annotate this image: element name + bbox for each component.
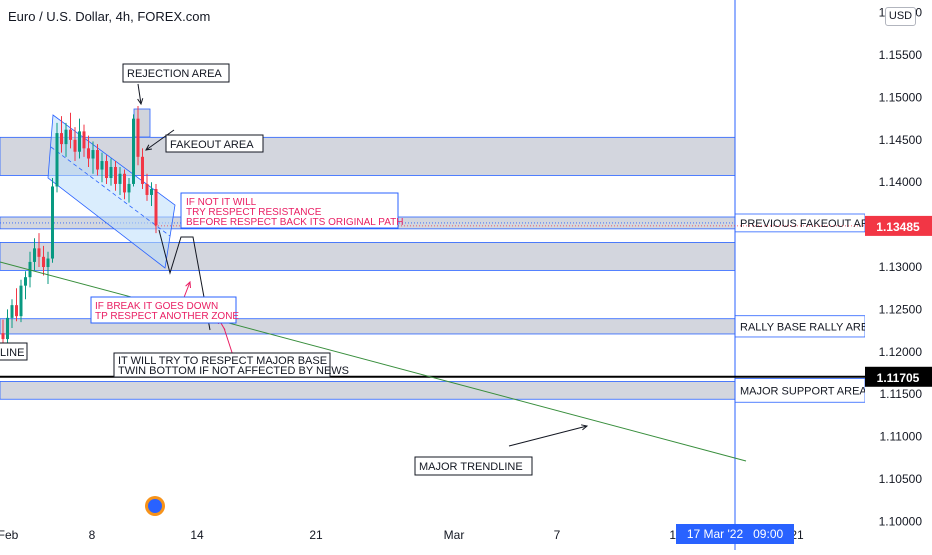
candle-body	[100, 161, 104, 170]
major-trendline-label: MAJOR TRENDLINE	[419, 461, 523, 473]
price-tick-label: 1.13000	[879, 260, 923, 274]
candle-body	[109, 166, 113, 179]
if-not-note-line: BEFORE RESPECT BACK ITS ORIGINAL PATH	[186, 217, 403, 228]
candle-body	[105, 161, 108, 179]
major-base-note-line: TWIN BOTTOM IF NOT AFFECTED BY NEWS	[118, 365, 349, 377]
candle-body	[19, 285, 23, 317]
price-tick-label: 1.15500	[879, 48, 923, 62]
candle-body	[64, 129, 68, 145]
chart-area[interactable]: PREVIOUS FAKEOUT AREA RALLY BASE RALLY AR…	[0, 0, 932, 550]
trendline-fragment-label: LINE	[0, 347, 24, 359]
candle-body	[37, 248, 41, 257]
candle-body	[123, 173, 126, 193]
time-tick-label: 8	[89, 528, 96, 542]
candle-body	[136, 118, 140, 157]
crosshair-date-label: 17 Mar '22 09:00	[676, 524, 794, 544]
candle-body	[69, 129, 72, 140]
price-axis[interactable]	[865, 0, 932, 550]
price-tick-label: 1.10000	[879, 514, 923, 528]
current-price-label: 1.13485	[876, 220, 920, 234]
price-tick-label: 1.12000	[879, 345, 923, 359]
time-tick-label: 7	[554, 528, 561, 542]
price-tick-label: 1.14500	[879, 133, 923, 147]
candle-body	[60, 133, 63, 145]
candle-body	[24, 277, 27, 286]
candle-body	[73, 139, 77, 152]
middle-zone	[0, 242, 736, 271]
candle-body	[87, 148, 90, 159]
candle-body	[15, 305, 18, 317]
candle-body	[118, 173, 122, 184]
trendline-arrow	[508, 425, 588, 447]
candle-body	[55, 133, 59, 187]
time-tick-label: 21	[309, 528, 323, 542]
rejection-area-label: REJECTION AREA	[127, 68, 222, 80]
candle-body	[91, 150, 95, 159]
rally-base-rally-zone-label: RALLY BASE RALLY AREA	[740, 321, 876, 333]
fakeout-area-label: FAKEOUT AREA	[170, 139, 254, 151]
price-tick-label: 1.10500	[879, 472, 923, 486]
time-tick-label: Feb	[0, 528, 19, 542]
candle-body	[127, 183, 131, 193]
price-tick-label: 1.11500	[880, 387, 923, 401]
horizontal-line-label: 1.11705	[877, 371, 920, 385]
candle-body	[1, 333, 5, 340]
rejection-zone	[133, 108, 151, 138]
major-support-zone	[0, 381, 736, 400]
price-tick-label: 1.11000	[880, 430, 923, 444]
currency-button[interactable]: USD	[885, 7, 916, 26]
candle-body	[10, 305, 14, 318]
previous-fakeout-zone-label: PREVIOUS FAKEOUT AREA	[740, 218, 884, 230]
time-tick-label: 14	[190, 528, 204, 542]
candle-body	[154, 189, 158, 226]
price-tick-label: 1.15000	[879, 90, 923, 104]
candlestick-chart[interactable]: PREVIOUS FAKEOUT AREA RALLY BASE RALLY AR…	[0, 0, 932, 550]
candle-body	[6, 317, 9, 340]
if-break-note-line: TP RESPECT ANOTHER ZONE	[95, 311, 239, 322]
candle-body	[78, 131, 81, 152]
price-tick-label: 1.12500	[879, 302, 923, 316]
candle-body	[46, 258, 50, 268]
replay-icon[interactable]	[145, 496, 165, 516]
major-trendline	[0, 261, 747, 462]
candle-body	[33, 248, 36, 262]
candle-body	[51, 186, 54, 259]
candle-body	[42, 256, 45, 268]
time-tick-label: Mar	[444, 528, 465, 542]
major-support-zone-label: MAJOR SUPPORT AREA	[740, 385, 867, 397]
candle-body	[145, 183, 149, 195]
candle-body	[114, 166, 117, 184]
price-tick-label: 1.14000	[879, 175, 923, 189]
candle-body	[82, 131, 86, 149]
chart-title: Euro / U.S. Dollar, 4h, FOREX.com	[8, 9, 211, 24]
candle-body	[141, 156, 144, 184]
candle-body	[96, 150, 99, 170]
candle-body	[150, 189, 153, 195]
candle-body	[132, 118, 135, 184]
